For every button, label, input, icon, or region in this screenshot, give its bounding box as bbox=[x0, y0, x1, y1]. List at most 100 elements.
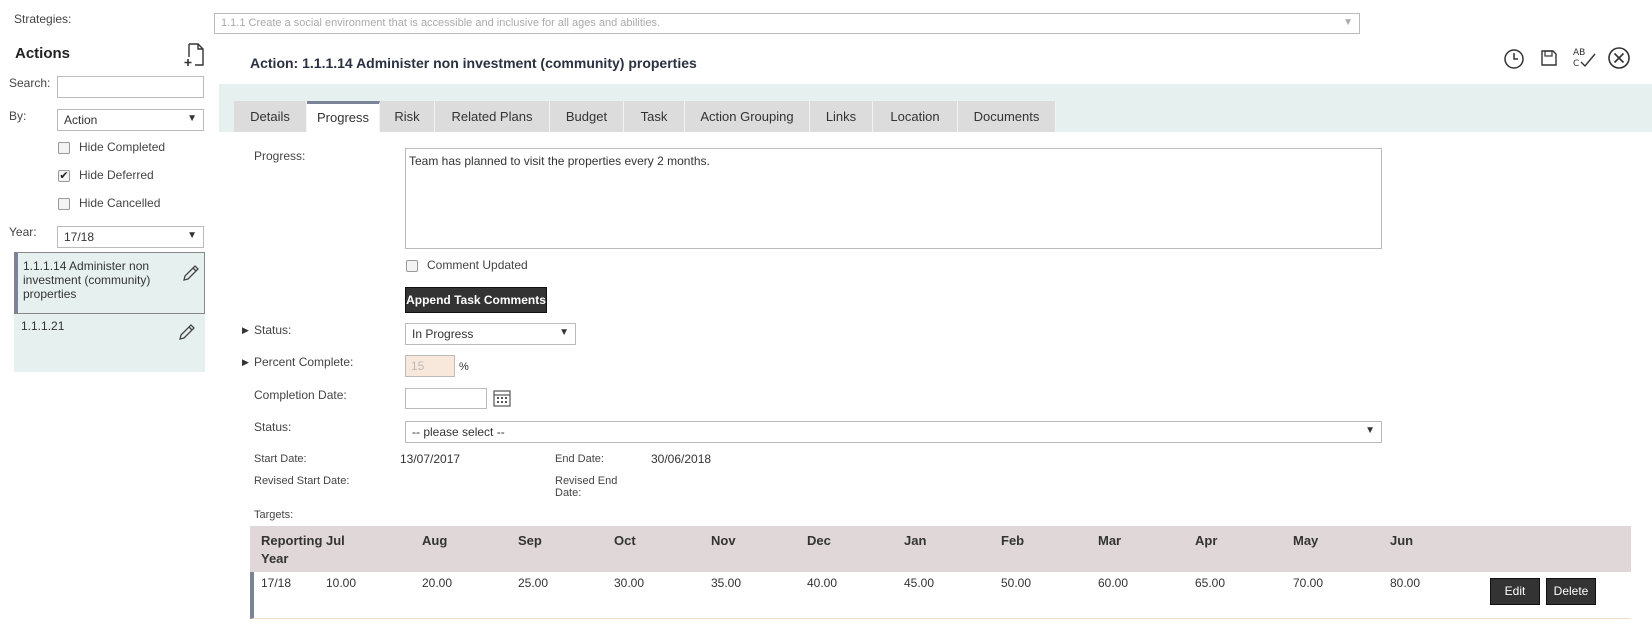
svg-text:AB: AB bbox=[1573, 48, 1585, 58]
column-header-sep: Sep bbox=[518, 533, 542, 548]
column-header-apr: Apr bbox=[1195, 533, 1218, 548]
column-header-reporting: Reporting bbox=[261, 533, 323, 548]
status-2-label: Status: bbox=[254, 420, 292, 434]
year-select[interactable]: 17/18 ▼ bbox=[57, 226, 204, 248]
hide-cancelled-checkbox[interactable] bbox=[58, 198, 70, 210]
delete-button[interactable]: Delete bbox=[1546, 578, 1596, 605]
search-input[interactable] bbox=[57, 76, 204, 98]
strategies-label: Strategies: bbox=[14, 12, 72, 26]
column-header-jul: Jul bbox=[326, 533, 345, 548]
column-header-jun: Jun bbox=[1390, 533, 1414, 548]
chevron-down-icon: ▼ bbox=[187, 113, 197, 124]
calendar-icon[interactable] bbox=[492, 388, 512, 411]
column-header-may: May bbox=[1293, 533, 1319, 548]
append-task-comments-button[interactable]: Append Task Comments bbox=[405, 287, 547, 313]
edit-button[interactable]: Edit bbox=[1490, 578, 1540, 605]
list-item-label: 1.1.1.14 Administer non investment (comm… bbox=[23, 259, 151, 301]
percent-complete-input[interactable]: 15 bbox=[405, 355, 455, 377]
hide-deferred-label: Hide Deferred bbox=[79, 168, 154, 182]
column-header-aug: Aug bbox=[422, 533, 448, 548]
table-cell-may: 70.00 bbox=[1293, 576, 1324, 590]
percent-complete-label: Percent Complete: bbox=[254, 355, 354, 369]
status-select[interactable]: In Progress ▼ bbox=[405, 323, 576, 345]
new-document-icon[interactable] bbox=[184, 43, 206, 70]
table-cell-dec: 40.00 bbox=[807, 576, 838, 590]
comment-updated-checkbox[interactable] bbox=[406, 260, 418, 272]
end-date-value: 30/06/2018 bbox=[651, 452, 712, 466]
tab-task[interactable]: Task bbox=[624, 101, 685, 132]
chevron-down-icon: ▼ bbox=[187, 230, 197, 241]
close-icon[interactable] bbox=[1607, 46, 1631, 73]
percent-unit: % bbox=[459, 361, 469, 373]
tab-action-grouping[interactable]: Action Grouping bbox=[685, 101, 810, 132]
list-item-selected[interactable]: 1.1.1.14 Administer non investment (comm… bbox=[14, 252, 205, 314]
table-cell-oct: 30.00 bbox=[614, 576, 645, 590]
tab-progress[interactable]: Progress bbox=[307, 101, 380, 132]
tab-documents[interactable]: Documents bbox=[958, 101, 1056, 132]
table-cell-year: 17/18 bbox=[261, 576, 292, 590]
completion-date-input[interactable] bbox=[405, 388, 487, 409]
hide-completed-label: Hide Completed bbox=[79, 140, 166, 154]
table-cell-feb: 50.00 bbox=[1001, 576, 1032, 590]
column-header-dec: Dec bbox=[807, 533, 831, 548]
table-cell-jun: 80.00 bbox=[1390, 576, 1421, 590]
comment-updated-label: Comment Updated bbox=[427, 258, 528, 272]
start-date-label: Start Date: bbox=[254, 453, 307, 465]
revised-end-date-label: Revised End bbox=[555, 475, 618, 487]
expand-arrow-icon[interactable]: ▶ bbox=[242, 325, 249, 336]
status-value: In Progress bbox=[412, 327, 474, 341]
list-item-label: 1.1.1.21 bbox=[21, 319, 65, 333]
completion-date-label: Completion Date: bbox=[254, 388, 347, 402]
table-cell-apr: 65.00 bbox=[1195, 576, 1226, 590]
progress-textarea[interactable]: Team has planned to visit the properties… bbox=[405, 148, 1382, 249]
column-header-jan: Jan bbox=[904, 533, 927, 548]
year-value: 17/18 bbox=[64, 230, 95, 244]
tab-details[interactable]: Details bbox=[234, 101, 307, 132]
status-2-value: -- please select -- bbox=[412, 425, 505, 439]
pencil-icon[interactable] bbox=[177, 322, 197, 345]
strategies-select[interactable]: 1.1.1 Create a social environment that i… bbox=[214, 13, 1360, 34]
history-icon[interactable] bbox=[1503, 48, 1525, 73]
hide-completed-checkbox[interactable] bbox=[58, 142, 70, 154]
progress-label: Progress: bbox=[254, 149, 306, 163]
search-label: Search: bbox=[9, 76, 51, 90]
chevron-down-icon: ▼ bbox=[1365, 425, 1375, 436]
chevron-down-icon: ▼ bbox=[1343, 17, 1353, 28]
percent-complete-value: 15 bbox=[411, 359, 425, 373]
table-cell-jul: 10.00 bbox=[326, 576, 357, 590]
revised-end-date-label-2: Date: bbox=[555, 487, 582, 499]
pencil-icon[interactable] bbox=[181, 263, 201, 286]
tab-related-plans[interactable]: Related Plans bbox=[435, 101, 550, 132]
table-cell-mar: 60.00 bbox=[1098, 576, 1129, 590]
targets-label: Targets: bbox=[254, 509, 294, 521]
save-icon[interactable] bbox=[1539, 48, 1559, 71]
column-header-mar: Mar bbox=[1098, 533, 1122, 548]
by-label: By: bbox=[9, 109, 27, 123]
hide-cancelled-label: Hide Cancelled bbox=[79, 196, 161, 210]
tab-links[interactable]: Links bbox=[810, 101, 873, 132]
strategies-value: 1.1.1 Create a social environment that i… bbox=[221, 17, 661, 29]
start-date-value: 13/07/2017 bbox=[400, 452, 461, 466]
tab-location[interactable]: Location bbox=[873, 101, 958, 132]
hide-deferred-checkbox[interactable]: ✔ bbox=[58, 170, 70, 182]
by-select[interactable]: Action ▼ bbox=[57, 109, 204, 131]
column-header-feb: Feb bbox=[1001, 533, 1025, 548]
year-label: Year: bbox=[9, 225, 37, 239]
table-cell-aug: 20.00 bbox=[422, 576, 453, 590]
tab-risk[interactable]: Risk bbox=[380, 101, 435, 132]
sidebar-title: Actions bbox=[15, 45, 71, 62]
progress-text: Team has planned to visit the properties… bbox=[409, 154, 710, 168]
table-cell-sep: 25.00 bbox=[518, 576, 549, 590]
column-header-oct: Oct bbox=[614, 533, 636, 548]
svg-text:C: C bbox=[1573, 59, 1579, 69]
tab-budget[interactable]: Budget bbox=[550, 101, 624, 132]
status-2-select[interactable]: -- please select -- ▼ bbox=[405, 421, 1382, 443]
expand-arrow-icon[interactable]: ▶ bbox=[242, 357, 249, 368]
spellcheck-icon[interactable]: AB C bbox=[1571, 46, 1599, 73]
end-date-label: End Date: bbox=[555, 453, 604, 465]
revised-start-date-label: Revised Start Date: bbox=[254, 475, 350, 487]
targets-grid-header bbox=[250, 526, 1631, 572]
status-label: Status: bbox=[254, 323, 292, 337]
table-cell-nov: 35.00 bbox=[711, 576, 742, 590]
list-item[interactable]: 1.1.1.21 bbox=[14, 314, 205, 370]
